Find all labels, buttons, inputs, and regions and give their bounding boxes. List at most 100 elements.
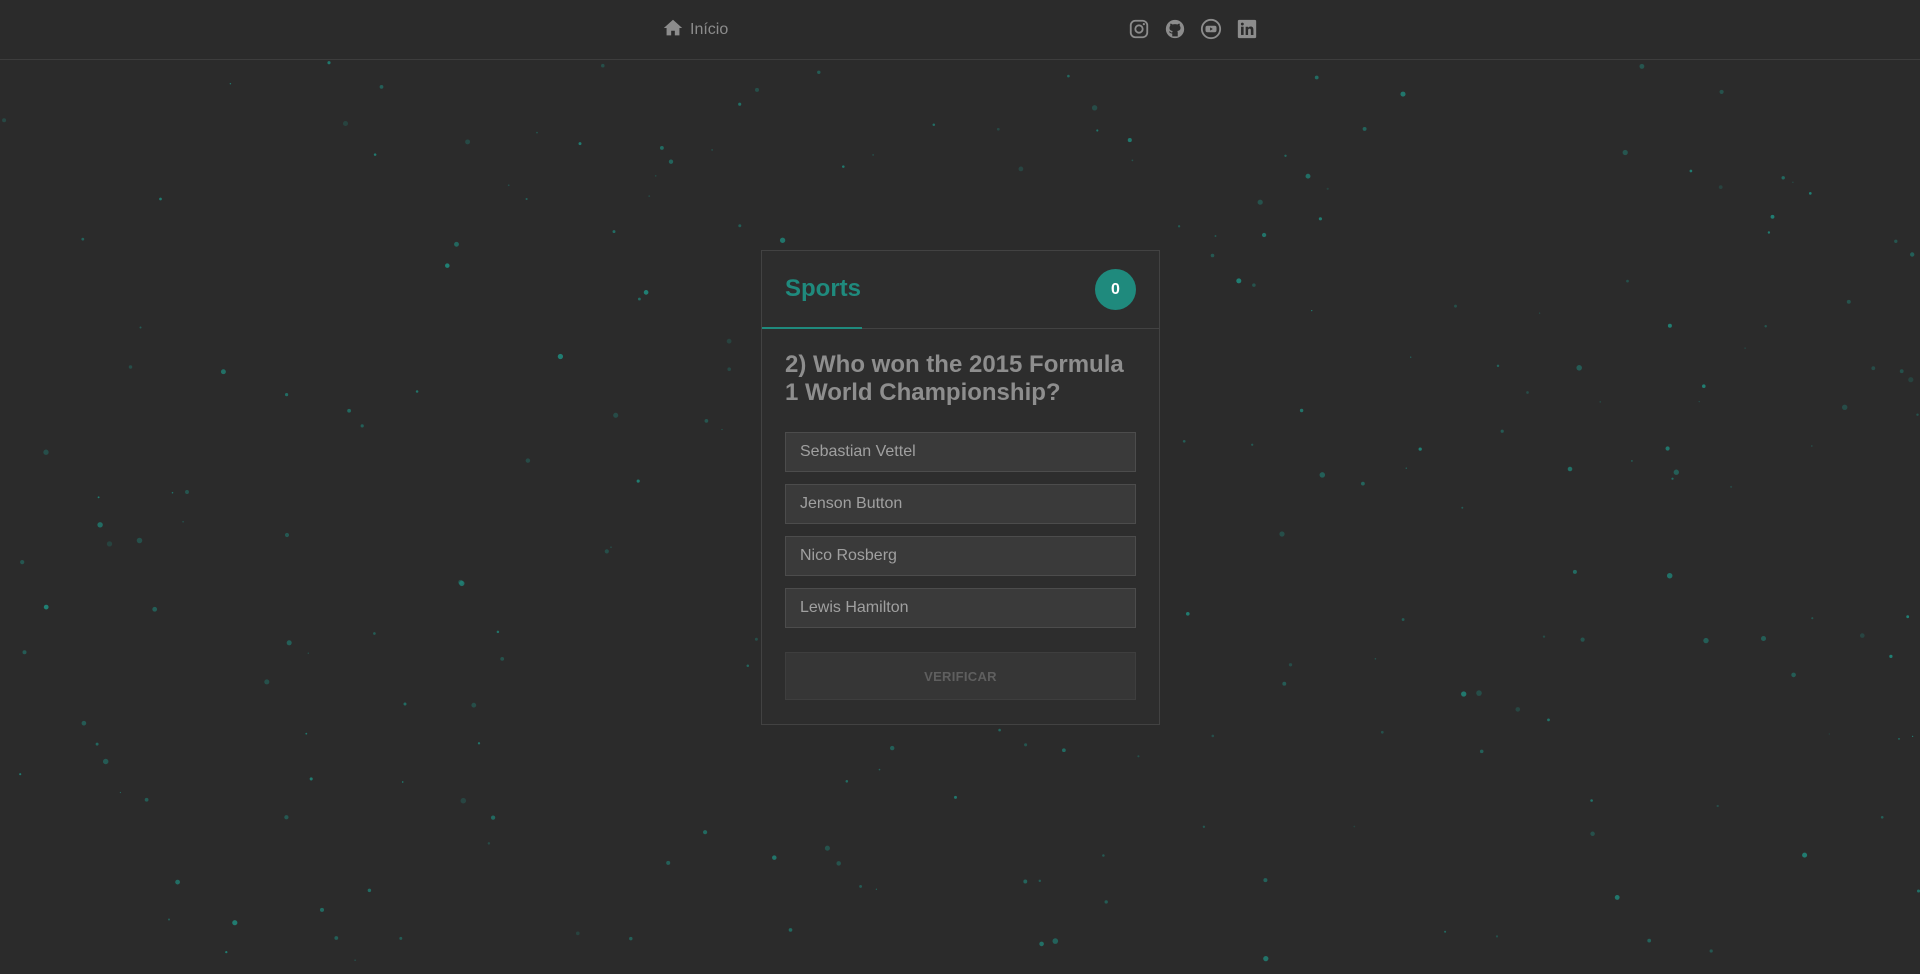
particle-dot [487, 842, 491, 845]
particle-dot [872, 154, 874, 156]
particle-dot [379, 85, 384, 89]
particle-dot [1185, 611, 1190, 616]
verify-button[interactable]: VERIFICAR [785, 652, 1136, 700]
particle-dot [1716, 804, 1719, 808]
particle-dot [1894, 239, 1898, 243]
particle-dot [1410, 356, 1412, 358]
particle-dot [342, 120, 349, 127]
particle-dot [604, 549, 609, 554]
answer-option[interactable]: Sebastian Vettel [785, 432, 1136, 472]
particle-dot [1326, 187, 1329, 190]
particle-dot [1580, 637, 1585, 642]
quiz-category-title: Sports [785, 275, 862, 302]
particle-dot [726, 338, 732, 344]
particle-dot [167, 918, 171, 921]
particle-dot [772, 855, 777, 860]
answer-option[interactable]: Jenson Button [785, 484, 1136, 524]
particle-dot [1718, 185, 1723, 190]
particle-dot [845, 780, 849, 783]
linkedin-icon[interactable] [1236, 18, 1258, 40]
particle-dot [754, 637, 758, 641]
particle-dot [636, 479, 640, 483]
particle-dot [19, 773, 22, 776]
home-label: Início [690, 21, 729, 38]
youtube-icon[interactable] [1200, 18, 1222, 40]
particle-dot [1091, 105, 1098, 111]
particle-dot [1500, 429, 1504, 433]
particle-dot [1614, 894, 1620, 900]
particle-dot [1318, 217, 1322, 221]
particle-dot [1039, 941, 1044, 947]
particle-dot [575, 931, 580, 936]
particle-dot [399, 936, 403, 940]
particle-dot [1299, 408, 1304, 413]
particle-dot [477, 742, 481, 745]
particle-dot [727, 367, 731, 371]
particle-dot [175, 879, 180, 885]
particle-dot [1353, 825, 1356, 828]
particle-dot [1871, 366, 1876, 371]
particle-dot [1689, 169, 1693, 173]
particle-dot [284, 532, 290, 538]
particle-dot [1018, 166, 1024, 172]
particle-dot [721, 428, 723, 431]
particle-dot [319, 907, 325, 912]
particle-dot [81, 237, 85, 241]
particle-dot [601, 63, 605, 68]
particle-dot [1261, 232, 1267, 238]
particle-dot [1202, 825, 1206, 828]
particle-dot [1599, 401, 1601, 403]
particle-dot [1023, 879, 1028, 884]
particle-dot [525, 197, 528, 201]
particle-dot [629, 936, 633, 941]
particle-dot [360, 424, 364, 428]
particle-dot [1361, 481, 1365, 486]
particle-dot [996, 127, 1000, 131]
particle-dot [1311, 309, 1313, 312]
particle-dot [144, 797, 149, 802]
particle-dot [738, 102, 742, 106]
instagram-icon[interactable] [1128, 18, 1150, 40]
particle-dot [1102, 854, 1105, 857]
home-link[interactable]: Início [662, 18, 728, 42]
particle-dot [666, 860, 671, 865]
particle-dot [1590, 799, 1593, 802]
particle-dot [612, 230, 616, 234]
answer-option[interactable]: Lewis Hamilton [785, 588, 1136, 628]
quiz-card: Sports 0 2) Who won the 2015 Formula 1 W… [761, 250, 1160, 725]
particle-dot [1572, 569, 1577, 574]
particle-dot [1626, 279, 1629, 283]
particle-dot [2, 118, 7, 123]
particle-dot [659, 145, 664, 150]
answer-option[interactable]: Nico Rosberg [785, 536, 1136, 576]
particle-dot [496, 630, 500, 634]
particle-dot [182, 520, 184, 523]
particle-dot [878, 768, 881, 771]
particle-dot [1319, 472, 1326, 478]
particle-dot [1841, 404, 1848, 411]
particle-dot [1476, 690, 1482, 696]
particle-dot [1538, 312, 1541, 314]
github-icon[interactable] [1164, 18, 1186, 40]
particle-dot [152, 606, 158, 612]
particle-dot [1127, 138, 1132, 143]
particle-dot [932, 123, 936, 126]
particle-dot [1257, 199, 1263, 205]
particle-dot [1236, 278, 1242, 284]
particle-dot [1828, 733, 1830, 735]
particle-dot [1673, 469, 1679, 475]
particle-dot [754, 87, 760, 92]
particle-dot [95, 742, 99, 746]
particle-dot [1401, 618, 1405, 621]
particle-dot [1496, 364, 1500, 368]
particle-dot [1639, 63, 1645, 69]
particle-dot [779, 237, 786, 243]
particle-dot [1526, 391, 1529, 394]
particle-dot [1744, 347, 1746, 349]
particle-dot [1405, 467, 1408, 469]
particle-dot [648, 195, 651, 197]
particle-dot [1791, 672, 1796, 678]
particle-dot [445, 263, 450, 268]
particle-dot [817, 70, 821, 75]
particle-dot [401, 781, 404, 783]
